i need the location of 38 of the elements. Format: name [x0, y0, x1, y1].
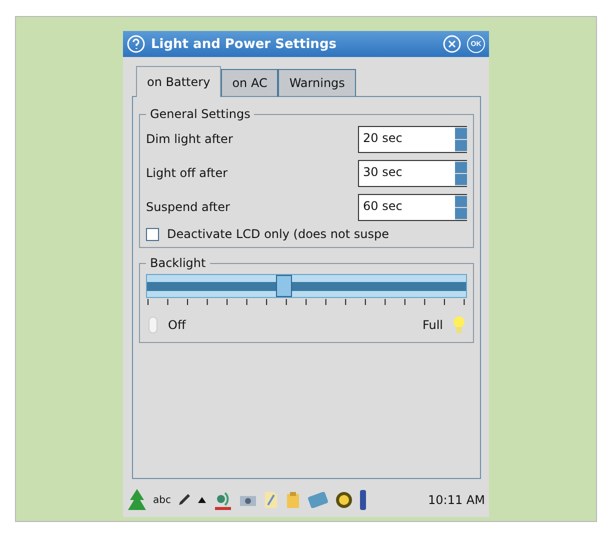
min-label: Off — [168, 318, 186, 332]
decrement-button[interactable] — [455, 174, 467, 184]
pencil-icon[interactable] — [176, 493, 191, 507]
document-icon[interactable] — [262, 491, 279, 509]
clock: 10:11 AM — [428, 493, 485, 507]
setting-label: Suspend after — [146, 200, 230, 214]
bulb-on-icon — [453, 316, 465, 334]
group-title: Backlight — [149, 256, 207, 270]
card-icon[interactable] — [306, 492, 329, 508]
bulb-off-icon — [148, 316, 158, 334]
max-label: Full — [422, 318, 443, 332]
decrement-button[interactable] — [455, 140, 467, 150]
checkbox-label: Deactivate LCD only (does not suspe — [167, 227, 389, 241]
tree-icon[interactable] — [127, 488, 147, 512]
up-arrow-icon[interactable] — [196, 496, 207, 504]
help-icon[interactable] — [127, 35, 145, 53]
spin-field[interactable]: 60 sec — [358, 194, 467, 220]
increment-button[interactable] — [455, 196, 467, 206]
window-title: Light and Power Settings — [151, 36, 338, 52]
close-icon[interactable] — [443, 35, 461, 53]
setting-label: Light off after — [146, 166, 228, 180]
spin-field[interactable]: 30 sec — [358, 160, 467, 186]
setting-label: Dim light after — [146, 132, 233, 146]
group-title: General Settings — [149, 107, 252, 121]
increment-button[interactable] — [455, 128, 467, 138]
tab[interactable]: on AC — [221, 69, 278, 97]
battery-icon[interactable] — [358, 489, 367, 511]
checkbox[interactable] — [146, 228, 159, 240]
tab[interactable]: Warnings — [278, 69, 356, 97]
input-method-label[interactable]: abc — [153, 494, 171, 506]
slider-thumb[interactable] — [276, 275, 292, 297]
tab[interactable]: on Battery — [136, 66, 222, 97]
camera-icon[interactable] — [238, 493, 257, 507]
spin-field[interactable]: 20 sec — [358, 126, 467, 152]
clipboard-icon[interactable] — [284, 491, 301, 509]
increment-button[interactable] — [455, 162, 467, 172]
slider-track[interactable] — [146, 274, 467, 298]
decrement-button[interactable] — [455, 208, 467, 218]
